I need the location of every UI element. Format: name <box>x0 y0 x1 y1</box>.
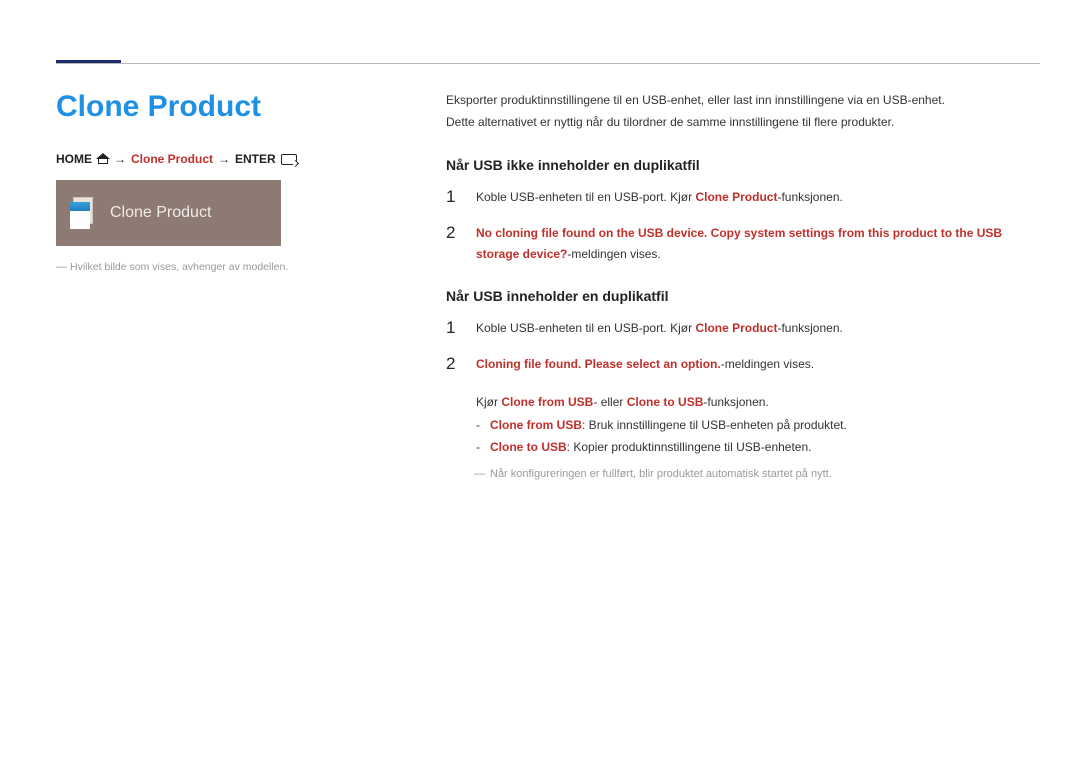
run-option-b: Clone to USB <box>627 395 704 409</box>
breadcrumb-arrow-2: → <box>218 152 230 166</box>
step-body: Koble USB-enheten til en USB-port. Kjør … <box>476 318 843 338</box>
step-text-red: No cloning file found on the USB device.… <box>476 226 1002 260</box>
step-number: 1 <box>446 318 458 338</box>
left-column: Clone Product HOME → Clone Product → ENT… <box>56 90 396 484</box>
bullet-label: Clone from USB <box>490 418 582 432</box>
intro-block: Eksporter produktinnstillingene til en U… <box>446 90 1020 133</box>
step-text-pre: Koble USB-enheten til en USB-port. Kjør <box>476 190 695 204</box>
bullet-label: Clone to USB <box>490 440 567 454</box>
run-option-a: Clone from USB <box>501 395 593 409</box>
restart-note: Når konfigureringen er fullført, blir pr… <box>446 465 1020 484</box>
breadcrumb: HOME → Clone Product → ENTER <box>56 152 396 166</box>
run-post: -funksjonen. <box>703 395 768 409</box>
intro-line-2: Dette alternativet er nyttig når du tilo… <box>446 112 1020 132</box>
bullet-clone-to-usb: Clone to USB: Kopier produktinnstillinge… <box>446 436 1020 459</box>
step-body: No cloning file found on the USB device.… <box>476 223 1020 264</box>
step-text-bold: Clone Product <box>695 190 777 204</box>
step-number: 1 <box>446 187 458 207</box>
step-text-post: -meldingen vises. <box>721 357 814 371</box>
intro-line-1: Eksporter produktinnstillingene til en U… <box>446 90 1020 110</box>
step-text-post: -funksjonen. <box>777 190 842 204</box>
step-number: 2 <box>446 223 458 264</box>
section-2-step-2: 2 Cloning file found. Please select an o… <box>446 354 1020 374</box>
right-column: Eksporter produktinnstillingene til en U… <box>446 90 1020 484</box>
run-pre: Kjør <box>476 395 501 409</box>
step-body: Cloning file found. Please select an opt… <box>476 354 814 374</box>
page-content: Clone Product HOME → Clone Product → ENT… <box>56 90 1020 484</box>
clone-product-tile: Clone Product <box>56 180 281 246</box>
run-line: Kjør Clone from USB- eller Clone to USB-… <box>446 391 1020 414</box>
bullet-clone-from-usb: Clone from USB: Bruk innstillingene til … <box>446 414 1020 437</box>
section-1-step-2: 2 No cloning file found on the USB devic… <box>446 223 1020 264</box>
step-number: 2 <box>446 354 458 374</box>
breadcrumb-arrow-1: → <box>114 152 126 166</box>
step-text-bold: Clone Product <box>695 321 777 335</box>
bullet-text: : Bruk innstillingene til USB-enheten på… <box>582 418 847 432</box>
section-1-step-1: 1 Koble USB-enheten til en USB-port. Kjø… <box>446 187 1020 207</box>
step-text-post: meldingen vises. <box>571 247 660 261</box>
home-icon <box>97 154 109 164</box>
breadcrumb-home: HOME <box>56 152 92 166</box>
bullet-text: : Kopier produktinnstillingene til USB-e… <box>567 440 812 454</box>
run-mid: - eller <box>593 395 626 409</box>
breadcrumb-product: Clone Product <box>131 152 213 166</box>
clone-product-tile-icon <box>70 197 98 229</box>
enter-icon <box>281 154 297 165</box>
step-text-red: Cloning file found. Please select an opt… <box>476 357 721 371</box>
step-text-pre: Koble USB-enheten til en USB-port. Kjør <box>476 321 695 335</box>
section-1-heading: Når USB ikke inneholder en duplikatfil <box>446 157 1020 173</box>
page-title: Clone Product <box>56 90 396 124</box>
breadcrumb-enter: ENTER <box>235 152 276 166</box>
step-text-post: -funksjonen. <box>777 321 842 335</box>
clone-product-tile-label: Clone Product <box>110 204 211 222</box>
section-2-step-1: 1 Koble USB-enheten til en USB-port. Kjø… <box>446 318 1020 338</box>
header-rule <box>56 63 1040 64</box>
section-2-heading: Når USB inneholder en duplikatfil <box>446 288 1020 304</box>
image-footnote: Hvilket bilde som vises, avhenger av mod… <box>56 260 396 276</box>
step-body: Koble USB-enheten til en USB-port. Kjør … <box>476 187 843 207</box>
